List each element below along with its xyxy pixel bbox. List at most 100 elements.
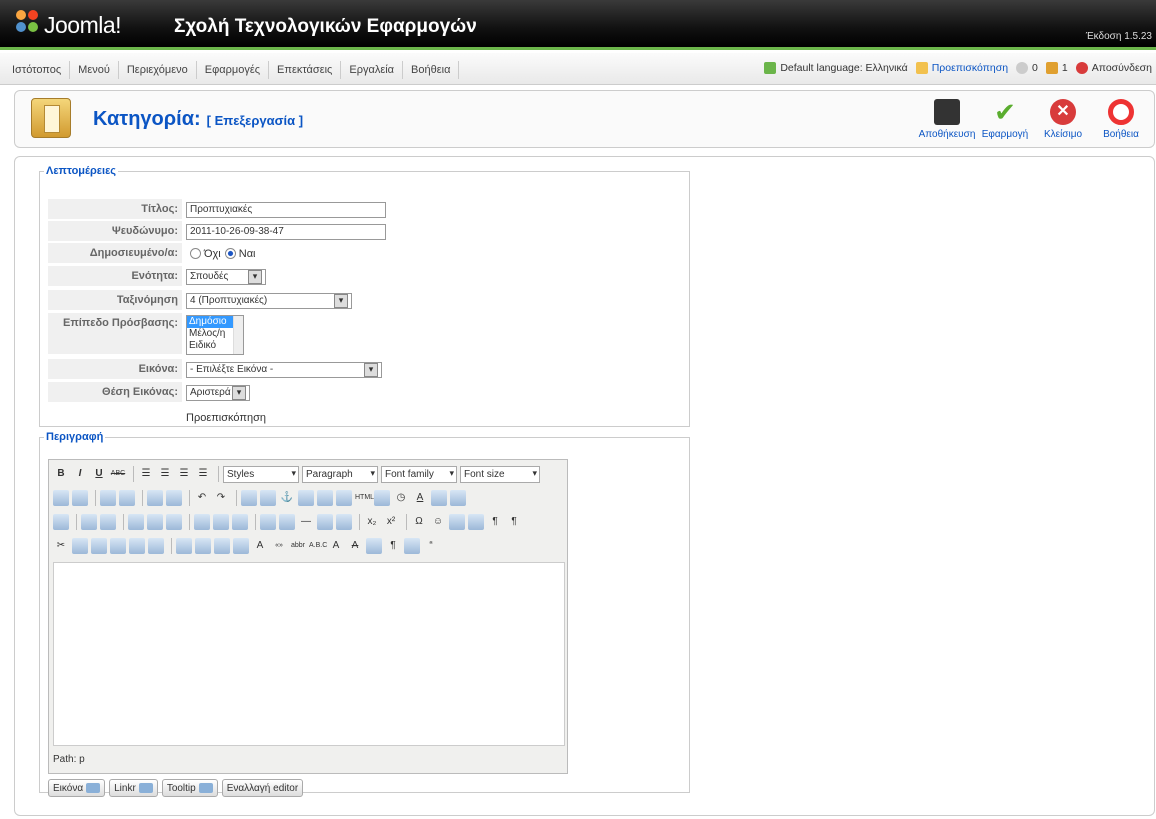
paste-word-icon[interactable] (129, 538, 145, 554)
table-row-props-icon[interactable] (81, 514, 97, 530)
redo-icon[interactable]: ↷ (213, 490, 229, 506)
styles-dropdown[interactable]: Styles (223, 465, 299, 483)
merge-cells-icon[interactable] (279, 514, 295, 530)
align-right-icon[interactable]: ☰ (176, 466, 192, 482)
split-cells-icon[interactable] (260, 514, 276, 530)
menu-item-tools[interactable]: Εργαλεία (341, 61, 404, 79)
ins-icon[interactable]: A (328, 538, 344, 554)
undo-icon[interactable]: ↶ (194, 490, 210, 506)
attribs-icon[interactable] (366, 538, 382, 554)
linkr-button[interactable]: Linkr (109, 779, 158, 797)
select-all-icon[interactable] (148, 538, 164, 554)
bold-icon[interactable]: B (53, 466, 69, 482)
close-button[interactable]: ✕ Κλείσιμο (1034, 99, 1092, 140)
paragraph-dropdown[interactable]: Paragraph (302, 465, 378, 483)
align-left-icon[interactable]: ☰ (138, 466, 154, 482)
text-color-icon[interactable]: A (412, 490, 428, 506)
insert-col-before-icon[interactable] (194, 514, 210, 530)
underline-icon[interactable]: U (91, 466, 107, 482)
menu-item-extensions[interactable]: Επεκτάσεις (269, 61, 342, 79)
blockquote-icon[interactable]: “ (423, 538, 439, 554)
image-icon[interactable] (298, 490, 314, 506)
title-input[interactable]: Προπτυχιακές (186, 201, 386, 218)
indent-icon[interactable] (166, 490, 182, 506)
move-backward-icon[interactable] (214, 538, 230, 554)
font-size-dropdown[interactable]: Font size (460, 465, 540, 483)
menu-item-components[interactable]: Εφαρμογές (197, 61, 270, 79)
replace-icon[interactable] (72, 490, 88, 506)
anchor-icon[interactable]: ⚓ (279, 490, 295, 506)
absolute-icon[interactable] (233, 538, 249, 554)
horizontal-rule-icon[interactable]: — (298, 514, 314, 530)
insert-time-icon[interactable]: ◷ (393, 490, 409, 506)
insert-date-icon[interactable] (374, 490, 390, 506)
delete-col-icon[interactable] (232, 514, 248, 530)
unlink-icon[interactable] (260, 490, 276, 506)
find-icon[interactable] (53, 490, 69, 506)
rtl-icon[interactable]: ¶ (506, 514, 522, 530)
copy-icon[interactable] (72, 538, 88, 554)
access-listbox[interactable]: Δημόσιο Μέλος/η Ειδικό (186, 315, 244, 355)
numbered-list-icon[interactable] (119, 490, 135, 506)
help-button[interactable]: Βοήθεια (1092, 99, 1150, 140)
insert-layer-icon[interactable] (176, 538, 192, 554)
order-select[interactable]: 4 (Προπτυχιακές) (186, 292, 352, 309)
pagebreak-icon[interactable] (468, 514, 484, 530)
published-no-radio[interactable] (190, 248, 201, 259)
users-count[interactable]: 1 (1062, 62, 1068, 74)
subscript-icon[interactable]: x₂ (364, 514, 380, 530)
acronym-icon[interactable]: A.B.C (309, 538, 327, 554)
menu-item-menus[interactable]: Μενού (70, 61, 119, 79)
menu-item-help[interactable]: Βοήθεια (403, 61, 460, 79)
cite-icon[interactable]: «» (271, 538, 287, 554)
link-icon[interactable] (241, 490, 257, 506)
apply-button[interactable]: ✔ Εφαρμογή (976, 99, 1034, 140)
paste-text-icon[interactable] (110, 538, 126, 554)
editor-content-area[interactable] (53, 562, 565, 746)
ltr-icon[interactable]: ¶ (487, 514, 503, 530)
image-position-select[interactable]: Αριστερά (186, 384, 250, 401)
menu-item-content[interactable]: Περιεχόμενο (119, 61, 197, 79)
italic-icon[interactable]: I (72, 466, 88, 482)
edit-css-icon[interactable] (53, 514, 69, 530)
cut-icon[interactable]: ✂ (53, 538, 69, 554)
published-yes-radio[interactable] (224, 248, 236, 259)
emoticon-icon[interactable]: ☺ (430, 514, 446, 530)
nonbreaking-icon[interactable] (404, 538, 420, 554)
preview-link[interactable]: Προεπισκόπηση (932, 62, 1008, 74)
strikethrough-icon[interactable]: ABC (110, 466, 126, 482)
image-select[interactable]: - Επιλέξτε Εικόνα - (186, 361, 382, 378)
styleprops-icon[interactable]: A (252, 538, 268, 554)
tooltip-button[interactable]: Tooltip (161, 779, 218, 797)
paste-icon[interactable] (91, 538, 107, 554)
access-scrollbar[interactable] (233, 316, 243, 354)
move-forward-icon[interactable] (195, 538, 211, 554)
insert-row-after-icon[interactable] (147, 514, 163, 530)
insert-image-button[interactable]: Εικόνα (48, 779, 106, 797)
delete-row-icon[interactable] (166, 514, 182, 530)
abbr-icon[interactable]: abbr (290, 538, 306, 554)
html-icon[interactable]: HTML (355, 490, 374, 506)
alias-input[interactable]: 2011-10-26-09-38-47 (186, 223, 386, 240)
logout-link[interactable]: Αποσύνδεση (1092, 62, 1152, 74)
fullscreen-icon[interactable] (450, 490, 466, 506)
save-button[interactable]: Αποθήκευση (918, 99, 976, 140)
toggle-editor-button[interactable]: Εναλλαγή editor (221, 779, 304, 797)
insert-col-after-icon[interactable] (213, 514, 229, 530)
remove-format-icon[interactable] (317, 514, 333, 530)
superscript-icon[interactable]: x² (383, 514, 399, 530)
media-icon[interactable] (449, 514, 465, 530)
insert-row-before-icon[interactable] (128, 514, 144, 530)
font-family-dropdown[interactable]: Font family (381, 465, 457, 483)
menu-item-site[interactable]: Ιστότοπος (4, 61, 71, 79)
help-icon[interactable] (336, 490, 352, 506)
align-center-icon[interactable]: ☰ (157, 466, 173, 482)
bullet-list-icon[interactable] (100, 490, 116, 506)
special-char-icon[interactable]: Ω (411, 514, 427, 530)
cleanup-icon[interactable] (317, 490, 333, 506)
table-cell-props-icon[interactable] (100, 514, 116, 530)
background-color-icon[interactable] (431, 490, 447, 506)
visual-aid-icon[interactable] (336, 514, 352, 530)
del-icon[interactable]: A (347, 538, 363, 554)
align-justify-icon[interactable]: ☰ (195, 466, 211, 482)
